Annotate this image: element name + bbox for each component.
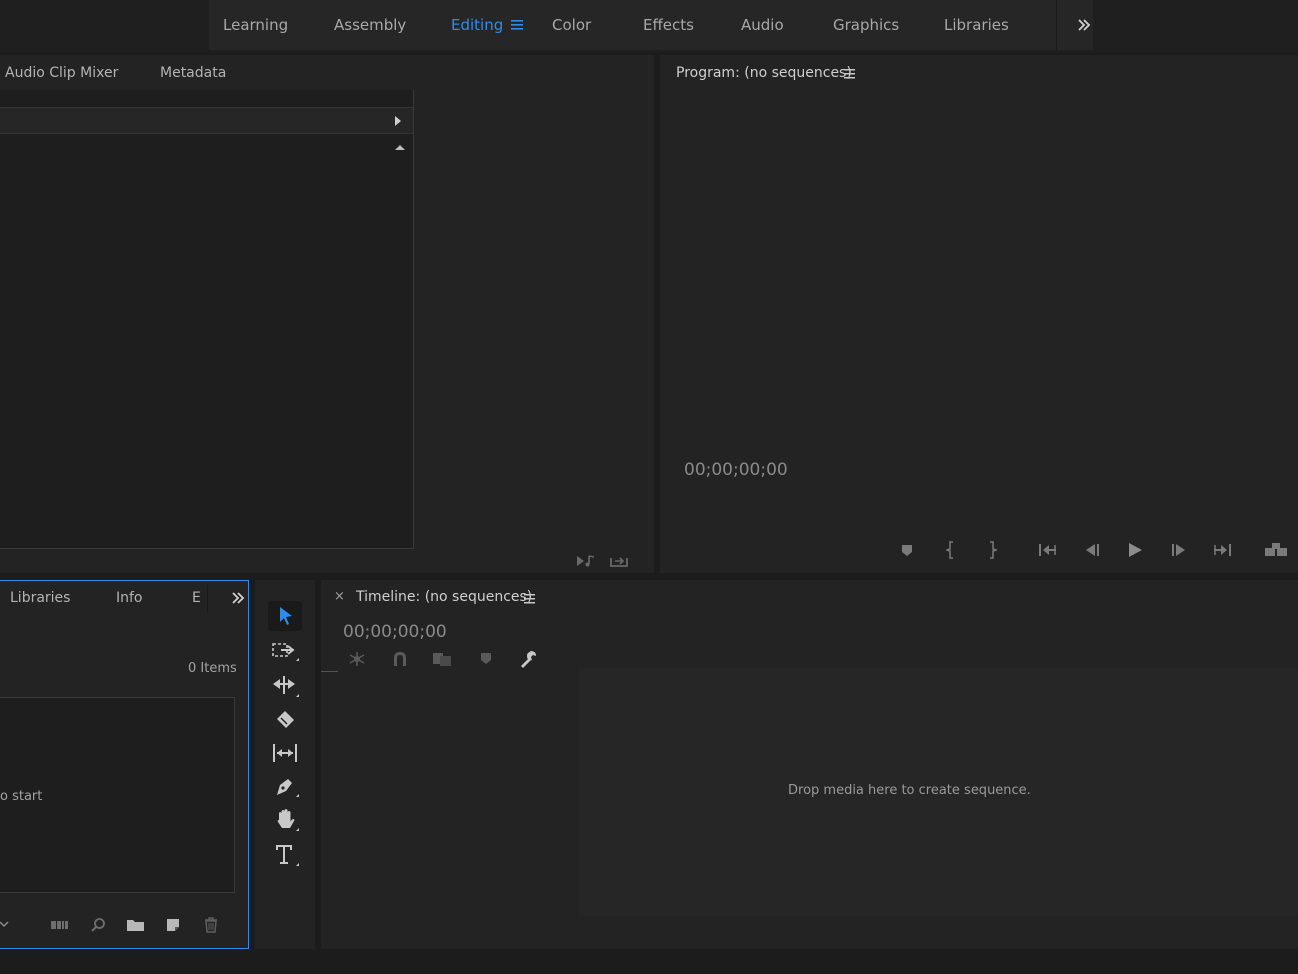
metadata-area xyxy=(0,90,414,549)
timeline-track-area[interactable]: Drop media here to create sequence. xyxy=(579,668,1298,916)
new-item-icon[interactable] xyxy=(165,917,181,933)
new-bin-icon[interactable] xyxy=(126,917,146,933)
chevron-down-icon[interactable] xyxy=(0,920,10,928)
track-select-tool-icon[interactable] xyxy=(272,641,300,663)
type-tool-icon[interactable] xyxy=(274,842,300,868)
insert-audio-icon[interactable] xyxy=(576,554,596,568)
mark-in-icon[interactable] xyxy=(946,541,956,559)
tab-info[interactable]: Info xyxy=(116,590,143,606)
freeform-view-icon[interactable] xyxy=(50,919,70,931)
workspace-tab-effects[interactable]: Effects xyxy=(643,16,694,34)
metadata-header-row[interactable] xyxy=(0,107,413,134)
pen-tool-icon[interactable] xyxy=(274,775,300,799)
program-timecode[interactable]: 00;00;00;00 xyxy=(684,460,788,480)
panel-menu-icon[interactable] xyxy=(524,593,535,604)
go-to-in-icon[interactable] xyxy=(1038,542,1058,558)
project-panel: Libraries Info E 0 Items o start xyxy=(0,580,249,949)
add-marker-icon[interactable] xyxy=(900,543,914,557)
tab-metadata[interactable]: Metadata xyxy=(160,65,226,81)
workspace-tab-learning[interactable]: Learning xyxy=(223,16,288,34)
workspace-tab-audio[interactable]: Audio xyxy=(741,16,784,34)
timeline-timecode[interactable]: 00;00;00;00 xyxy=(343,622,447,642)
workspace-tab-graphics[interactable]: Graphics xyxy=(833,16,899,34)
workspace-tab-editing[interactable]: Editing xyxy=(451,16,503,34)
button-editor-icon[interactable] xyxy=(1264,542,1290,558)
export-frame-icon[interactable] xyxy=(609,552,629,568)
workspace-tab-libraries[interactable]: Libraries xyxy=(944,16,1009,34)
trash-icon[interactable] xyxy=(203,917,219,933)
workspace-tabs: Learning Assembly Editing Color Effects … xyxy=(209,0,1093,50)
double-chevron-right-icon[interactable] xyxy=(231,592,245,604)
hand-tool-icon[interactable] xyxy=(274,808,300,832)
selection-tool-button[interactable] xyxy=(268,601,302,631)
timeline-ruler-tick xyxy=(321,671,338,672)
timeline-panel: × Timeline: (no sequences) 00;00;00;00 D… xyxy=(321,580,1298,949)
workspace-tab-assembly[interactable]: Assembly xyxy=(334,16,406,34)
add-marker-icon[interactable] xyxy=(479,651,493,665)
tab-libraries[interactable]: Libraries xyxy=(10,590,70,606)
workspace-tab-color[interactable]: Color xyxy=(552,16,591,34)
panel-menu-icon[interactable] xyxy=(844,68,855,79)
close-tab-button[interactable]: × xyxy=(334,589,345,604)
tab-effects-truncated[interactable]: E xyxy=(192,590,201,606)
wrench-settings-icon[interactable] xyxy=(518,649,538,669)
step-back-icon[interactable] xyxy=(1083,542,1101,558)
item-count: 0 Items xyxy=(188,661,237,676)
import-hint-text: o start xyxy=(0,789,43,804)
program-monitor-title[interactable]: Program: (no sequences) xyxy=(676,65,852,81)
scroll-up-icon[interactable] xyxy=(394,143,406,151)
workspace-menu-icon[interactable] xyxy=(511,19,523,31)
expand-triangle-icon[interactable] xyxy=(394,115,402,127)
timeline-empty-message: Drop media here to create sequence. xyxy=(788,783,1031,798)
timeline-title[interactable]: Timeline: (no sequences) xyxy=(356,589,532,605)
snap-magnet-icon[interactable] xyxy=(391,650,409,668)
go-to-out-icon[interactable] xyxy=(1212,542,1232,558)
tools-panel xyxy=(255,580,315,949)
workspace-divider xyxy=(1056,0,1057,50)
step-forward-icon[interactable] xyxy=(1170,542,1188,558)
slip-tool-icon[interactable] xyxy=(272,742,300,764)
tab-divider xyxy=(207,585,208,613)
source-panel: Audio Clip Mixer Metadata xyxy=(0,55,654,573)
selection-tool-icon[interactable] xyxy=(278,606,294,626)
project-bin-area[interactable]: o start xyxy=(0,697,235,893)
search-icon[interactable] xyxy=(90,917,106,933)
program-monitor: Program: (no sequences) 00;00;00;00 xyxy=(660,55,1298,573)
tab-audio-clip-mixer[interactable]: Audio Clip Mixer xyxy=(5,65,118,81)
mark-out-icon[interactable] xyxy=(987,541,997,559)
razor-tool-icon[interactable] xyxy=(274,708,298,730)
nest-sequence-icon[interactable] xyxy=(346,650,368,668)
linked-selection-icon[interactable] xyxy=(431,650,453,668)
double-chevron-right-icon[interactable] xyxy=(1077,19,1091,31)
play-icon[interactable] xyxy=(1126,541,1144,559)
ripple-edit-tool-icon[interactable] xyxy=(272,674,300,698)
